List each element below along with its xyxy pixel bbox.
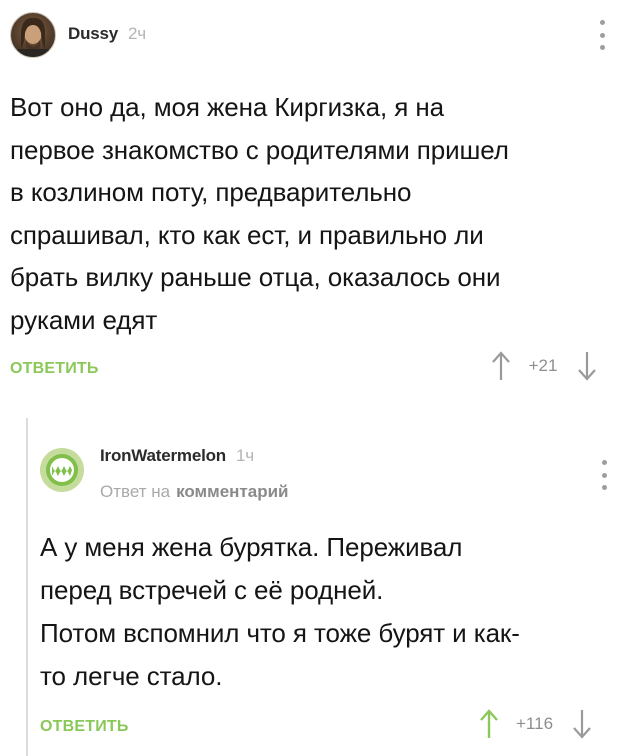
comment-reply: IronWatermelon 1ч Ответ на комментарий А у… xyxy=(0,418,620,756)
comment-author[interactable]: IronWatermelon 1ч xyxy=(100,446,254,466)
reply-button[interactable]: ОТВЕТИТЬ xyxy=(10,360,99,378)
vote-controls: +21 xyxy=(490,348,598,384)
comment-time: 2ч xyxy=(128,24,146,43)
reply-to-link[interactable]: комментарий xyxy=(176,482,288,501)
comment-author[interactable]: Dussy 2ч xyxy=(68,24,146,44)
author-name[interactable]: Dussy xyxy=(68,24,118,43)
upvote-arrow-icon[interactable] xyxy=(478,706,500,742)
comment-rating: +21 xyxy=(528,356,558,375)
vote-controls: +116 xyxy=(478,706,593,742)
downvote-arrow-icon[interactable] xyxy=(576,348,598,384)
comment-text: А у меня жена бурятка. Переживал перед в… xyxy=(40,532,520,691)
comment-rating: +116 xyxy=(516,714,554,733)
author-name[interactable]: IronWatermelon xyxy=(100,446,226,465)
more-menu-icon[interactable] xyxy=(598,20,606,50)
avatar[interactable] xyxy=(40,448,84,492)
comment-text: Вот оно да, моя жена Киргизка, я на перв… xyxy=(10,92,509,335)
avatar-image xyxy=(17,17,49,57)
watermelon-avatar-icon xyxy=(40,448,84,492)
reply-to-line: Ответ на комментарий xyxy=(100,482,288,502)
reply-to-prefix: Ответ на xyxy=(100,482,171,501)
downvote-arrow-icon[interactable] xyxy=(571,706,593,742)
comment: Dussy 2ч Вот оно да, моя жена Киргизка, я… xyxy=(0,0,620,400)
avatar[interactable] xyxy=(10,12,56,58)
more-menu-icon[interactable] xyxy=(600,460,608,490)
reply-button[interactable]: ОТВЕТИТЬ xyxy=(40,718,129,736)
comment-time: 1ч xyxy=(235,446,254,465)
upvote-arrow-icon[interactable] xyxy=(490,348,512,384)
